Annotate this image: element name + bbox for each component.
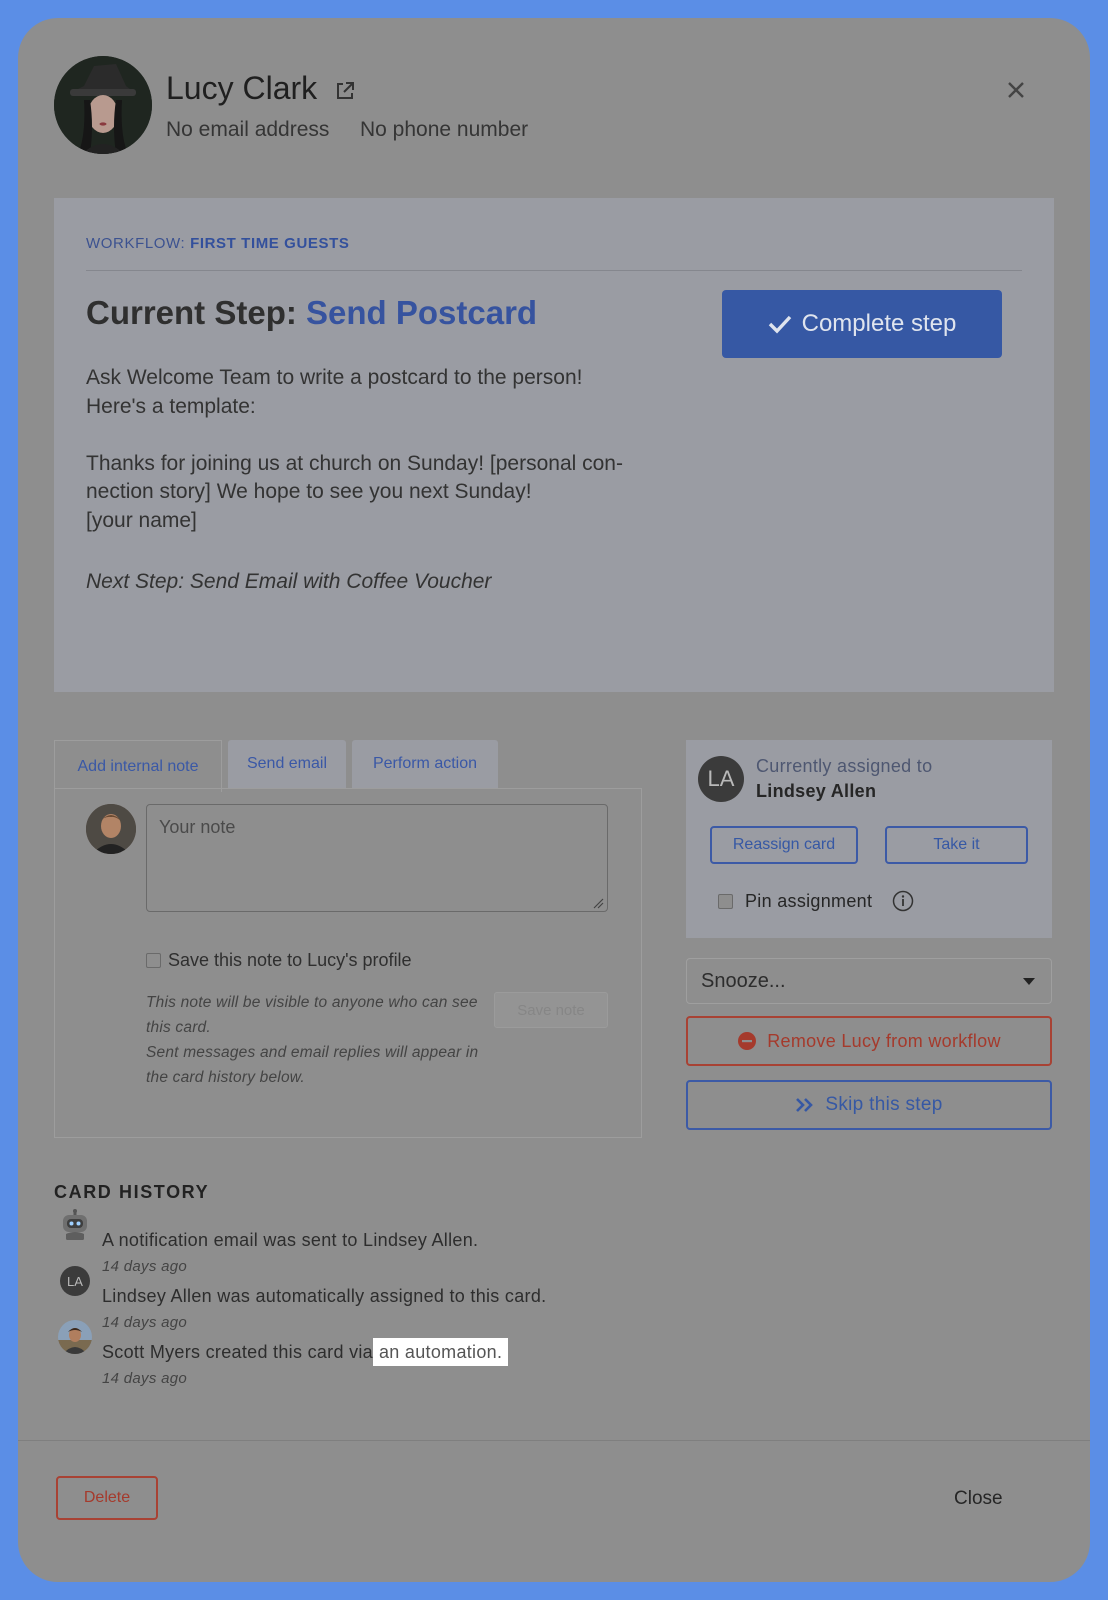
complete-step-label: Complete step [801,310,957,337]
note-help-text: This note will be visible to anyone who … [146,990,491,1090]
assignment-panel: LA Currently assigned to Lindsey Allen R… [686,740,1052,938]
delete-button[interactable]: Delete [56,1476,158,1520]
snooze-select[interactable]: Snooze... [686,958,1052,1004]
history-item-time: 14 days ago [102,1370,188,1387]
card-history-title: CARD HISTORY [54,1182,210,1202]
assignee-avatar: LA [698,756,744,802]
note-help-line: This note will be visible to anyone who … [146,994,478,1036]
tab-add-internal-note[interactable]: Add internal note [54,740,222,792]
save-to-profile-label: Save this note to Lucy's profile [168,950,412,970]
workflow-name-link[interactable]: FIRST TIME GUESTS [190,235,349,252]
footer-divider [18,1440,1090,1441]
remove-label: Remove Lucy from workflow [767,1030,1001,1051]
divider [86,270,1022,271]
next-step-text: Next Step: Send Email with Coffee Vouche… [86,570,492,593]
minus-circle-icon [738,1032,757,1050]
reassign-card-button[interactable]: Reassign card [710,826,858,864]
person-name: Lucy Clark [166,70,318,106]
note-input[interactable] [146,804,608,912]
automation-link[interactable]: an automation. [373,1338,509,1366]
close-icon[interactable] [1004,78,1028,102]
person-card-modal: Lucy Clark No email address No phone num… [18,18,1090,1582]
pin-assignment-label: Pin assignment [745,891,873,911]
external-link-icon[interactable] [334,80,356,102]
take-it-button[interactable]: Take it [885,826,1028,864]
creator-avatar [58,1320,92,1354]
history-item-time: 14 days ago [102,1314,188,1331]
history-item-time: 14 days ago [102,1258,188,1275]
history-item-text: A notification email was sent to Lindsey… [102,1230,479,1250]
assignee-avatar-small: LA [60,1266,90,1296]
robot-icon [58,1208,92,1242]
person-avatar [54,56,152,154]
double-chevron-right-icon [796,1098,814,1112]
caret-down-icon [1023,978,1035,985]
note-help-line: Sent messages and email replies will app… [146,1044,479,1086]
remove-from-workflow-button[interactable]: Remove Lucy from workflow [686,1016,1052,1066]
history-item-text: Lindsey Allen was automatically assigned… [102,1286,547,1306]
assigned-caption: Currently assigned to [756,756,933,776]
info-icon[interactable] [892,890,914,912]
step-name: Send Postcard [306,294,538,331]
snooze-label: Snooze... [701,969,786,992]
phone-text: No phone number [360,118,529,141]
assignee-name: Lindsey Allen [756,781,877,801]
history-item-text: Scott Myers created this card via an auto… [102,1338,509,1366]
check-icon [768,315,791,334]
history-item-text-main: Scott Myers created this card via [102,1342,373,1362]
workflow-label: WORKFLOW: FIRST TIME GUESTS [86,235,349,252]
skip-label: Skip this step [825,1094,943,1115]
email-text: No email address [166,118,330,141]
save-note-button[interactable]: Save note [494,992,608,1028]
tab-perform-action[interactable]: Perform action [352,740,498,788]
resize-grip-icon[interactable] [592,896,604,909]
close-button[interactable]: Close [954,1488,1003,1510]
workflow-panel: WORKFLOW: FIRST TIME GUESTS Current Step… [54,198,1054,692]
workflow-label-prefix: WORKFLOW: [86,235,186,252]
complete-step-button[interactable]: Complete step [722,290,1002,358]
pin-assignment-checkbox[interactable] [718,894,733,909]
skip-step-button[interactable]: Skip this step [686,1080,1052,1130]
current-user-avatar [86,804,136,854]
step-prefix: Current Step: [86,294,297,331]
current-step-title: Current Step: Send Postcard [86,294,537,332]
tab-send-email[interactable]: Send email [228,740,346,788]
step-description: Ask Welcome Team to write a postcard to … [86,366,623,532]
save-to-profile-checkbox[interactable] [146,953,161,968]
